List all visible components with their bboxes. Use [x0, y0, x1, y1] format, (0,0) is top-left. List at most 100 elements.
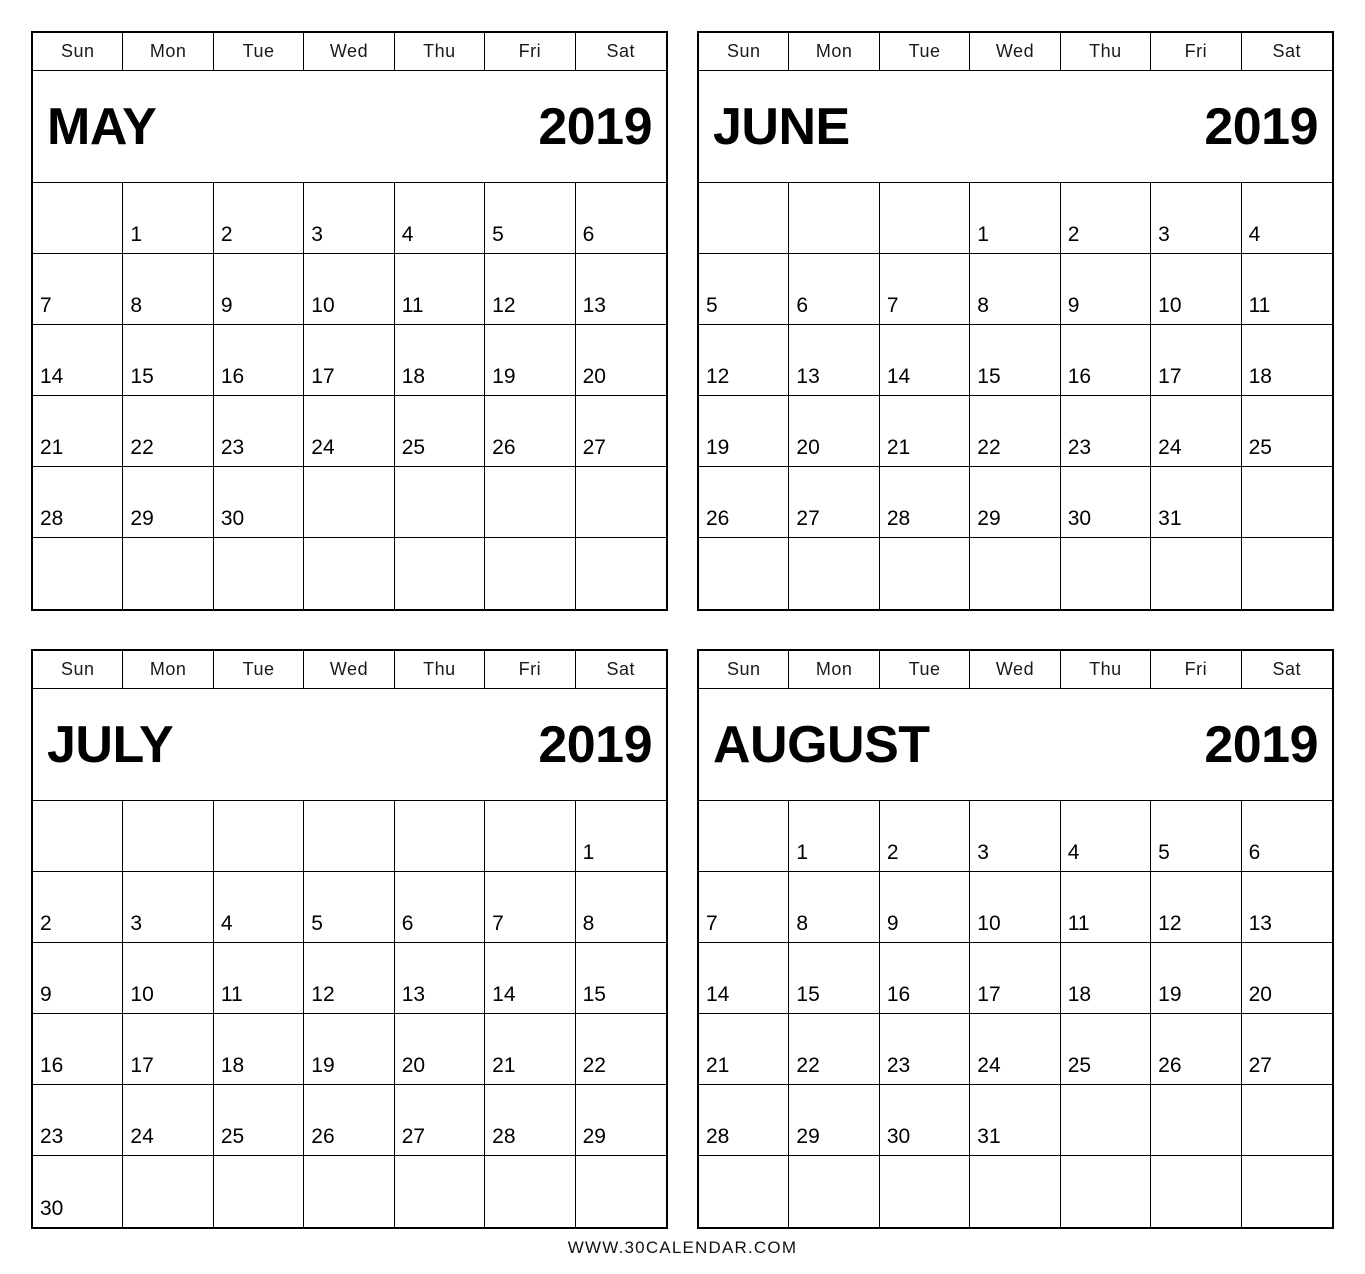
- day-cell[interactable]: 3: [123, 872, 214, 943]
- day-cell[interactable]: 10: [970, 872, 1061, 943]
- day-cell[interactable]: 19: [1151, 943, 1242, 1014]
- day-cell[interactable]: 16: [213, 325, 305, 396]
- day-cell[interactable]: 13: [1241, 872, 1332, 943]
- day-cell[interactable]: 6: [394, 872, 486, 943]
- day-cell[interactable]: 29: [123, 467, 214, 538]
- day-cell[interactable]: 27: [575, 396, 666, 467]
- day-cell[interactable]: 25: [394, 396, 486, 467]
- day-cell[interactable]: 16: [1060, 325, 1152, 396]
- day-cell[interactable]: 9: [1060, 254, 1152, 325]
- day-cell[interactable]: 30: [879, 1085, 971, 1156]
- day-cell[interactable]: 10: [123, 943, 214, 1014]
- day-cell[interactable]: 18: [1241, 325, 1332, 396]
- day-cell[interactable]: 12: [485, 254, 576, 325]
- day-cell[interactable]: 6: [1241, 801, 1332, 872]
- day-cell[interactable]: 27: [789, 467, 880, 538]
- day-cell[interactable]: 14: [33, 325, 124, 396]
- day-cell[interactable]: 20: [394, 1014, 486, 1085]
- day-cell[interactable]: 5: [304, 872, 395, 943]
- day-cell[interactable]: 3: [970, 801, 1061, 872]
- day-cell[interactable]: 1: [575, 801, 666, 872]
- day-cell[interactable]: 7: [879, 254, 971, 325]
- day-cell[interactable]: 5: [1151, 801, 1242, 872]
- day-cell[interactable]: 10: [304, 254, 395, 325]
- day-cell[interactable]: 6: [789, 254, 880, 325]
- day-cell[interactable]: 29: [789, 1085, 880, 1156]
- day-cell[interactable]: 15: [575, 943, 666, 1014]
- day-cell[interactable]: 18: [394, 325, 486, 396]
- day-cell[interactable]: 7: [699, 872, 790, 943]
- day-cell[interactable]: 30: [213, 467, 305, 538]
- day-cell[interactable]: 20: [575, 325, 666, 396]
- day-cell[interactable]: 20: [789, 396, 880, 467]
- day-cell[interactable]: 20: [1241, 943, 1332, 1014]
- day-cell[interactable]: 22: [575, 1014, 666, 1085]
- day-cell[interactable]: 4: [1241, 183, 1332, 254]
- day-cell[interactable]: 24: [970, 1014, 1061, 1085]
- day-cell[interactable]: 13: [394, 943, 486, 1014]
- day-cell[interactable]: 26: [699, 467, 790, 538]
- day-cell[interactable]: 4: [213, 872, 305, 943]
- day-cell[interactable]: 25: [213, 1085, 305, 1156]
- day-cell[interactable]: 2: [33, 872, 124, 943]
- day-cell[interactable]: 16: [33, 1014, 124, 1085]
- day-cell[interactable]: 28: [33, 467, 124, 538]
- day-cell[interactable]: 30: [1060, 467, 1152, 538]
- day-cell[interactable]: 27: [394, 1085, 486, 1156]
- day-cell[interactable]: 6: [575, 183, 666, 254]
- day-cell[interactable]: 11: [213, 943, 305, 1014]
- day-cell[interactable]: 2: [879, 801, 971, 872]
- day-cell[interactable]: 16: [879, 943, 971, 1014]
- day-cell[interactable]: 5: [485, 183, 576, 254]
- day-cell[interactable]: 22: [970, 396, 1061, 467]
- day-cell[interactable]: 31: [1151, 467, 1242, 538]
- day-cell[interactable]: 13: [789, 325, 880, 396]
- day-cell[interactable]: 17: [304, 325, 395, 396]
- day-cell[interactable]: 2: [213, 183, 305, 254]
- day-cell[interactable]: 15: [123, 325, 214, 396]
- day-cell[interactable]: 25: [1060, 1014, 1152, 1085]
- day-cell[interactable]: 7: [33, 254, 124, 325]
- day-cell[interactable]: 22: [789, 1014, 880, 1085]
- day-cell[interactable]: 21: [485, 1014, 576, 1085]
- day-cell[interactable]: 29: [575, 1085, 666, 1156]
- day-cell[interactable]: 21: [879, 396, 971, 467]
- day-cell[interactable]: 19: [304, 1014, 395, 1085]
- day-cell[interactable]: 18: [1060, 943, 1152, 1014]
- day-cell[interactable]: 3: [304, 183, 395, 254]
- day-cell[interactable]: 8: [789, 872, 880, 943]
- day-cell[interactable]: 5: [699, 254, 790, 325]
- day-cell[interactable]: 23: [213, 396, 305, 467]
- day-cell[interactable]: 11: [394, 254, 486, 325]
- day-cell[interactable]: 9: [213, 254, 305, 325]
- day-cell[interactable]: 31: [970, 1085, 1061, 1156]
- day-cell[interactable]: 23: [1060, 396, 1152, 467]
- day-cell[interactable]: 22: [123, 396, 214, 467]
- day-cell[interactable]: 17: [1151, 325, 1242, 396]
- day-cell[interactable]: 11: [1060, 872, 1152, 943]
- day-cell[interactable]: 15: [970, 325, 1061, 396]
- day-cell[interactable]: 4: [394, 183, 486, 254]
- day-cell[interactable]: 29: [970, 467, 1061, 538]
- day-cell[interactable]: 23: [879, 1014, 971, 1085]
- day-cell[interactable]: 28: [699, 1085, 790, 1156]
- day-cell[interactable]: 14: [699, 943, 790, 1014]
- day-cell[interactable]: 9: [879, 872, 971, 943]
- day-cell[interactable]: 9: [33, 943, 124, 1014]
- day-cell[interactable]: 8: [575, 872, 666, 943]
- day-cell[interactable]: 12: [304, 943, 395, 1014]
- day-cell[interactable]: 1: [123, 183, 214, 254]
- day-cell[interactable]: 19: [699, 396, 790, 467]
- day-cell[interactable]: 10: [1151, 254, 1242, 325]
- day-cell[interactable]: 21: [699, 1014, 790, 1085]
- day-cell[interactable]: 8: [970, 254, 1061, 325]
- day-cell[interactable]: 24: [123, 1085, 214, 1156]
- day-cell[interactable]: 18: [213, 1014, 305, 1085]
- day-cell[interactable]: 3: [1151, 183, 1242, 254]
- day-cell[interactable]: 19: [485, 325, 576, 396]
- day-cell[interactable]: 17: [123, 1014, 214, 1085]
- day-cell[interactable]: 26: [1151, 1014, 1242, 1085]
- day-cell[interactable]: 12: [699, 325, 790, 396]
- day-cell[interactable]: 15: [789, 943, 880, 1014]
- day-cell[interactable]: 1: [789, 801, 880, 872]
